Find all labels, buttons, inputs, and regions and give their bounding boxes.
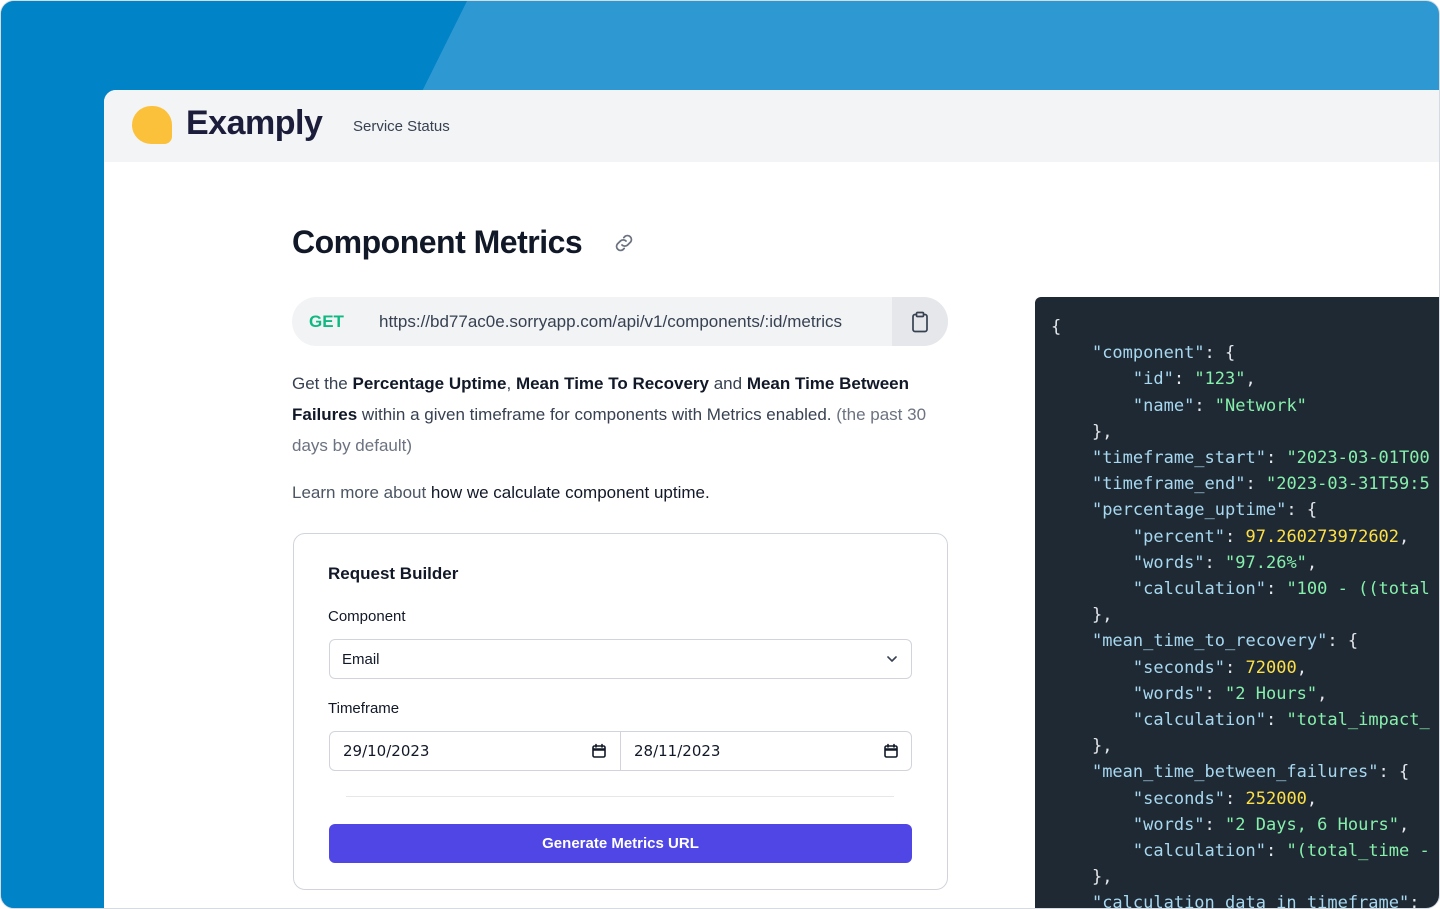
generate-metrics-url-button[interactable]: Generate Metrics URL — [329, 824, 912, 863]
component-label: Component — [328, 608, 406, 625]
learn-more-text: Learn more about how we calculate compon… — [292, 483, 710, 502]
end-date-value: 28/11/2023 — [634, 742, 721, 760]
uptime-calculation-link[interactable]: how we calculate component uptime. — [431, 483, 710, 502]
link-icon[interactable] — [612, 231, 636, 255]
endpoint-description: Get the Percentage Uptime, Mean Time To … — [292, 374, 927, 455]
json-response: { "component": { "id": "123", "name": "N… — [1051, 317, 1430, 909]
end-date-input[interactable]: 28/11/2023 — [621, 732, 911, 770]
request-builder-card: Request Builder Component Email Timefram… — [293, 533, 948, 890]
clipboard-icon — [912, 311, 928, 332]
endpoint-url[interactable]: https://bd77ac0e.sorryapp.com/api/v1/com… — [379, 312, 842, 332]
brand-logo-icon[interactable] — [132, 106, 172, 144]
response-code-block: { "component": { "id": "123", "name": "N… — [1035, 297, 1439, 909]
http-method-badge: GET — [309, 312, 344, 331]
request-builder-title: Request Builder — [328, 564, 459, 583]
start-date-input[interactable]: 29/10/2023 — [330, 732, 621, 770]
timeframe-inputs: 29/10/2023 28/11/2023 — [329, 731, 912, 771]
component-select-value: Email — [342, 651, 380, 668]
calendar-icon[interactable] — [591, 743, 607, 759]
top-navigation: Examply Service Status — [104, 90, 1439, 162]
nav-service-status[interactable]: Service Status — [353, 118, 450, 135]
calendar-icon[interactable] — [883, 743, 899, 759]
brand-name[interactable]: Examply — [186, 104, 323, 143]
divider — [346, 796, 894, 797]
page-title: Component Metrics — [292, 224, 583, 260]
copy-url-button[interactable] — [892, 297, 948, 346]
timeframe-label: Timeframe — [328, 700, 400, 717]
screenshot-frame: Examply Service Status Component Metrics… — [0, 0, 1440, 909]
component-select[interactable]: Email — [329, 639, 912, 679]
app-window: Examply Service Status Component Metrics… — [104, 90, 1439, 909]
start-date-value: 29/10/2023 — [343, 742, 430, 760]
chevron-down-icon — [887, 656, 897, 662]
endpoint-bar: GET https://bd77ac0e.sorryapp.com/api/v1… — [292, 297, 948, 346]
